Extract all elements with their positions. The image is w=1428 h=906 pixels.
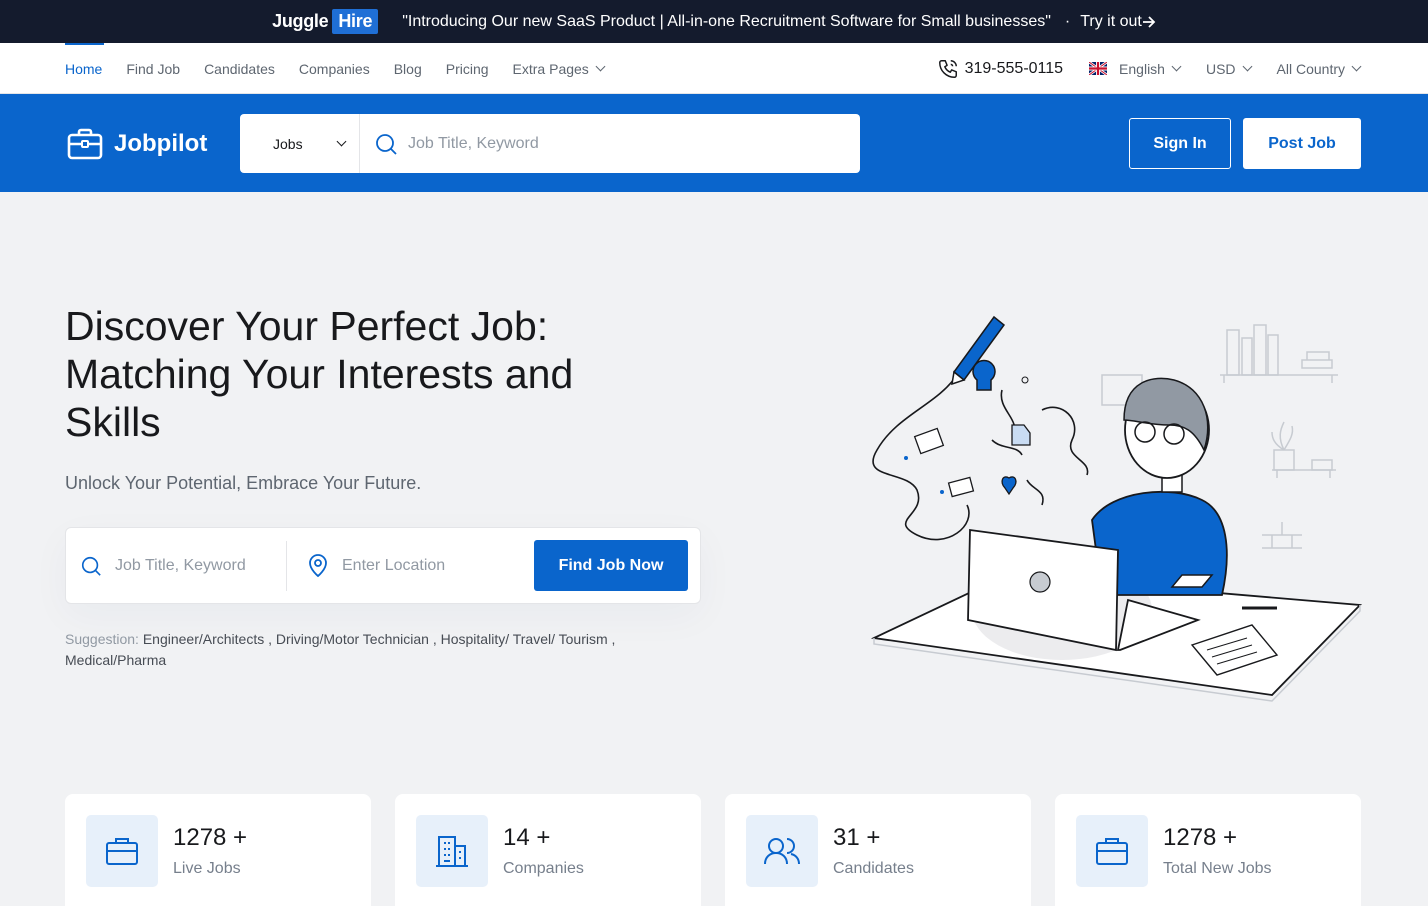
hero-subtitle: Unlock Your Potential, Embrace Your Futu… [65,473,422,493]
hero-title: Discover Your Perfect Job: Matching Your… [65,302,665,446]
brand-hire: Hire [332,9,379,34]
stat-label: Total New Jobs [1163,860,1272,877]
hero-title-line-1: Discover Your Perfect Job: [65,303,549,349]
stat-number: 1278 + [173,824,248,851]
announcement-text: "Introducing Our new SaaS Product | All-… [402,12,1051,30]
stat-card-live-jobs: 1278 + Live Jobs [65,794,371,906]
chevron-down-icon [1171,61,1182,72]
find-job-button[interactable]: Find Job Now [534,540,688,591]
briefcase-icon [86,815,158,887]
search-icon [81,556,101,576]
hero-search-box: Find Job Now [65,527,701,604]
briefcase-icon [1076,815,1148,887]
hero-title-line-3: Skills [65,399,161,445]
country-select[interactable]: All Country [1276,60,1362,77]
post-job-button[interactable]: Post Job [1243,118,1361,169]
arrow-right-icon [1142,15,1156,28]
building-icon [416,815,488,887]
nav-extra-pages-label: Extra Pages [512,60,589,77]
header-search-field [360,132,860,156]
sign-in-button[interactable]: Sign In [1129,118,1231,169]
field-divider [286,541,287,591]
stat-label: Live Jobs [173,860,241,877]
suggestions: Suggestion: Engineer/Architects , Drivin… [65,631,616,668]
jobpilot-logo[interactable]: Jobpilot [67,128,207,160]
nav-right: 319-555-0115 English USD All Country [937,43,1362,94]
stat-card-companies: 14 + Companies [395,794,701,906]
suggestion-link[interactable]: Medical/Pharma [65,652,166,668]
nav-extra-pages[interactable]: Extra Pages [512,43,606,94]
nav-candidates[interactable]: Candidates [204,43,275,94]
phone-contact[interactable]: 319-555-0115 [937,58,1063,80]
stat-label: Candidates [833,860,914,877]
suggestion-link[interactable]: Engineer/Architects [143,631,264,647]
nav-blog[interactable]: Blog [394,43,422,94]
chevron-down-icon [1242,61,1252,72]
separator-dot: · [1064,12,1071,30]
suggestion-link[interactable]: Driving/Motor Technician [276,631,429,647]
stat-number: 31 + [833,824,881,851]
stat-card-candidates: 31 + Candidates [725,794,1031,906]
header-search-input[interactable] [408,134,808,153]
announcement-bar: Juggle Hire "Introducing Our new SaaS Pr… [0,0,1428,43]
chevron-down-icon [1351,61,1362,72]
search-icon [376,133,397,155]
search-category-select[interactable]: Jobs [240,114,360,173]
stat-number: 14 + [503,824,551,851]
stat-label: Companies [503,860,584,877]
nav-pricing[interactable]: Pricing [446,43,489,94]
nav-links: Home Find Job Candidates Companies Blog … [65,43,628,94]
currency-label: USD [1205,60,1236,77]
map-pin-icon [309,553,327,577]
hero-title-line-2: Matching Your Interests and [65,351,574,397]
stats-row: 1278 + Live Jobs 14 + Companies 31 + Can… [65,794,1361,906]
chevron-down-icon [595,61,606,72]
language-select[interactable]: English [1089,60,1182,77]
currency-select[interactable]: USD [1205,60,1252,77]
keyword-input[interactable] [115,556,275,575]
jugglehire-logo[interactable]: Juggle Hire [272,9,379,34]
header-search: Jobs [240,114,860,173]
nav-find-job[interactable]: Find Job [126,43,180,94]
nav-home[interactable]: Home [65,43,105,94]
nav-companies[interactable]: Companies [299,43,370,94]
users-icon [746,815,818,887]
top-nav: Home Find Job Candidates Companies Blog … [0,43,1428,94]
suggestion-label: Suggestion: [65,631,139,647]
suggestion-link[interactable]: Hospitality/ Travel/ Tourism [441,631,608,647]
location-field [307,528,527,603]
stat-number: 1278 + [1163,824,1238,851]
logo-text: Jobpilot [114,130,208,157]
try-it-out-link[interactable]: Try it out [1080,13,1156,31]
keyword-field [80,528,286,603]
stat-card-total-new-jobs: 1278 + Total New Jobs [1055,794,1361,906]
phone-number: 319-555-0115 [964,59,1064,77]
search-category-label: Jobs [273,135,303,152]
uk-flag-icon [1089,62,1108,75]
chevron-down-icon [336,136,347,147]
hero-illustration [870,315,1362,702]
brand-juggle: Juggle [272,11,329,31]
main-header: Jobpilot Jobs Sign In Post Job [0,94,1428,192]
briefcase-icon [67,128,103,160]
phone-icon [938,59,957,78]
try-it-out-label: Try it out [1080,12,1142,30]
language-label: English [1119,60,1165,77]
location-input[interactable] [342,556,512,575]
country-label: All Country [1276,60,1345,77]
